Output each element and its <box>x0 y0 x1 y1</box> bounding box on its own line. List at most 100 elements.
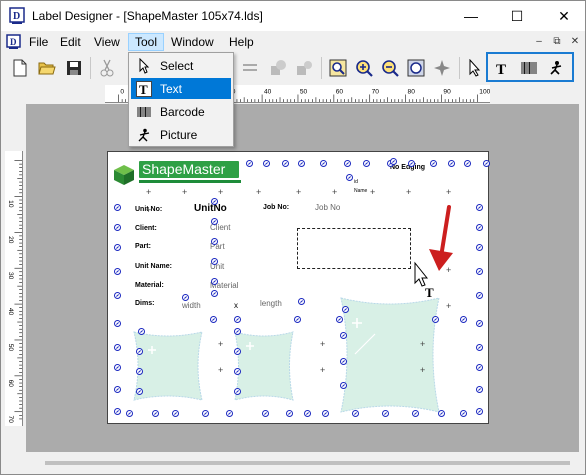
close-button[interactable]: ✕ <box>541 1 585 31</box>
anchor-point[interactable] <box>412 410 419 417</box>
menu-file[interactable]: File <box>23 33 54 51</box>
anchor-point[interactable] <box>432 316 439 323</box>
anchor-point[interactable] <box>390 158 397 165</box>
anchor-point[interactable] <box>226 410 233 417</box>
anchor-point[interactable] <box>342 306 349 313</box>
anchor-point[interactable] <box>282 160 289 167</box>
anchor-point[interactable] <box>211 198 218 205</box>
anchor-point[interactable] <box>114 268 121 275</box>
document-icon[interactable]: D <box>6 34 22 50</box>
anchor-point[interactable] <box>234 328 241 335</box>
anchor-point[interactable] <box>363 160 370 167</box>
horizontal-scrollbar[interactable] <box>45 461 570 465</box>
open-button[interactable] <box>36 57 58 79</box>
anchor-point[interactable] <box>136 348 143 355</box>
mdi-close-button[interactable]: ✕ <box>567 35 583 49</box>
anchor-point[interactable] <box>476 320 483 327</box>
anchor-point[interactable] <box>136 388 143 395</box>
anchor-point[interactable] <box>114 320 121 327</box>
anchor-point[interactable] <box>263 160 270 167</box>
anchor-point[interactable] <box>138 328 145 335</box>
anchor-point[interactable] <box>352 410 359 417</box>
anchor-point[interactable] <box>340 332 347 339</box>
anchor-point[interactable] <box>460 410 467 417</box>
anchor-point[interactable] <box>126 410 133 417</box>
align-button[interactable] <box>239 57 261 79</box>
tool-menu-text[interactable]: T Text <box>131 78 231 99</box>
cut-button[interactable] <box>96 57 118 79</box>
anchor-point[interactable] <box>336 316 343 323</box>
anchor-point[interactable] <box>408 160 415 167</box>
anchor-point[interactable] <box>294 316 301 323</box>
anchor-point[interactable] <box>448 160 455 167</box>
anchor-point[interactable] <box>211 290 218 297</box>
anchor-point[interactable] <box>340 358 347 365</box>
menu-window[interactable]: Window <box>165 33 220 51</box>
zoom-fit-button[interactable] <box>405 57 427 79</box>
anchor-point[interactable] <box>476 386 483 393</box>
anchor-point[interactable] <box>438 410 445 417</box>
menu-tool[interactable]: Tool <box>128 33 165 51</box>
anchor-point[interactable] <box>340 382 347 389</box>
group-button[interactable] <box>267 57 289 79</box>
menu-edit[interactable]: Edit <box>54 33 87 51</box>
anchor-point[interactable] <box>211 218 218 225</box>
anchor-point[interactable] <box>210 316 217 323</box>
tool-menu-barcode[interactable]: Barcode <box>131 101 231 122</box>
anchor-point[interactable] <box>298 298 305 305</box>
anchor-point[interactable] <box>114 224 121 231</box>
anchor-point[interactable] <box>234 388 241 395</box>
anchor-point[interactable] <box>234 316 241 323</box>
mdi-restore-button[interactable]: ⧉ <box>549 35 565 49</box>
anchor-point[interactable] <box>246 160 253 167</box>
tool-menu-select[interactable]: Select <box>131 55 231 76</box>
anchor-point[interactable] <box>182 294 189 301</box>
anchor-point[interactable] <box>152 410 159 417</box>
anchor-point[interactable] <box>476 344 483 351</box>
anchor-point[interactable] <box>114 364 121 371</box>
anchor-point[interactable] <box>476 268 483 275</box>
tool-menu-picture[interactable]: Picture <box>131 124 231 145</box>
anchor-point[interactable] <box>476 364 483 371</box>
anchor-point[interactable] <box>114 408 121 415</box>
ungroup-button[interactable] <box>293 57 315 79</box>
anchor-point[interactable] <box>344 160 351 167</box>
zoom-out-button[interactable] <box>379 57 401 79</box>
save-button[interactable] <box>63 57 85 79</box>
anchor-point[interactable] <box>136 368 143 375</box>
mdi-minimize-button[interactable]: – <box>531 35 547 49</box>
anchor-point[interactable] <box>304 410 311 417</box>
text-insert-rectangle[interactable] <box>297 228 411 269</box>
anchor-point[interactable] <box>382 410 389 417</box>
anchor-point[interactable] <box>476 224 483 231</box>
anchor-point[interactable] <box>476 292 483 299</box>
anchor-point[interactable] <box>114 292 121 299</box>
anchor-point[interactable] <box>430 160 437 167</box>
anchor-point[interactable] <box>172 410 179 417</box>
menu-help[interactable]: Help <box>223 33 260 51</box>
anchor-point[interactable] <box>298 160 305 167</box>
anchor-point[interactable] <box>322 410 329 417</box>
minimize-button[interactable]: — <box>448 1 494 31</box>
anchor-point[interactable] <box>476 204 483 211</box>
select-tool-button[interactable] <box>464 57 486 79</box>
anchor-point[interactable] <box>262 410 269 417</box>
zoom-page-button[interactable] <box>431 57 453 79</box>
anchor-point[interactable] <box>114 386 121 393</box>
anchor-point[interactable] <box>114 204 121 211</box>
anchor-point[interactable] <box>476 244 483 251</box>
anchor-point[interactable] <box>114 244 121 251</box>
zoom-select-button[interactable] <box>327 57 349 79</box>
anchor-point[interactable] <box>211 278 218 285</box>
anchor-point[interactable] <box>483 160 490 167</box>
anchor-point[interactable] <box>234 368 241 375</box>
anchor-point[interactable] <box>460 316 467 323</box>
anchor-point[interactable] <box>286 410 293 417</box>
anchor-point[interactable] <box>114 344 121 351</box>
anchor-point[interactable] <box>234 348 241 355</box>
anchor-point[interactable] <box>346 174 353 181</box>
anchor-point[interactable] <box>476 408 483 415</box>
zoom-in-button[interactable] <box>353 57 375 79</box>
maximize-button[interactable]: ☐ <box>494 1 540 31</box>
anchor-point[interactable] <box>464 160 471 167</box>
